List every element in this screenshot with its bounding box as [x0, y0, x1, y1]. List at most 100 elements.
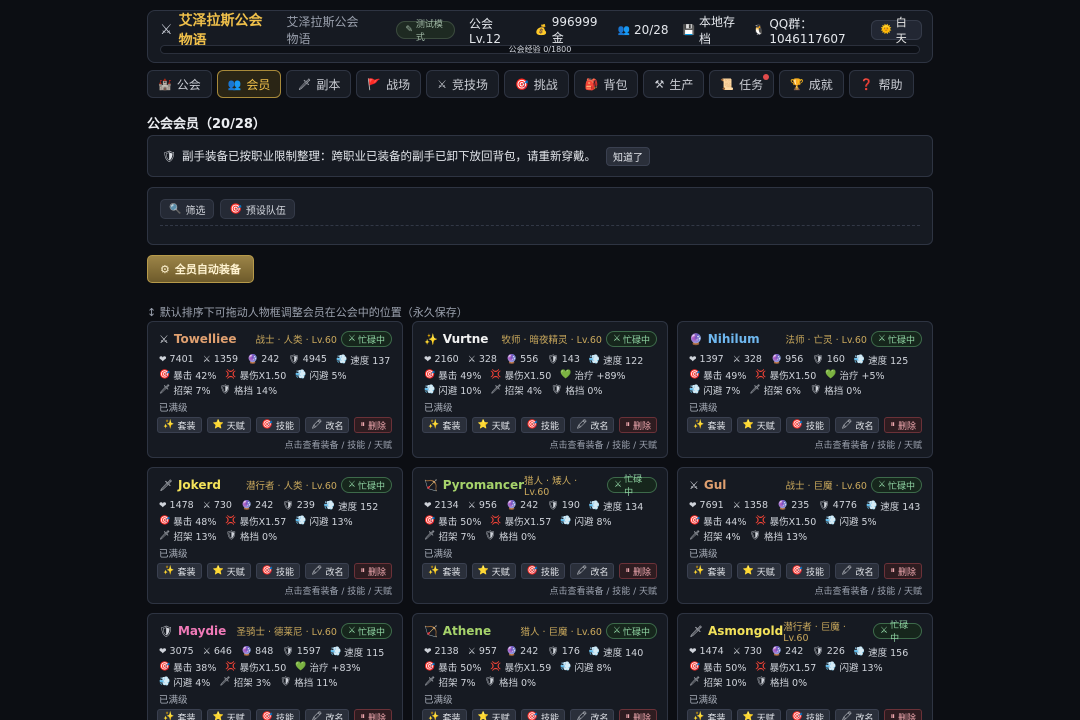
tab-dagger[interactable]: 🗡 副本 [286, 70, 352, 98]
delete-button[interactable]: ⏸ 删除 [884, 563, 922, 579]
test-mode-badge[interactable]: ✎ 测试模式 [396, 20, 456, 43]
stat: 💢 暴伤X1.50 [755, 514, 816, 528]
talent-button[interactable]: ⭐ 天赋 [206, 417, 251, 433]
member-card[interactable]: ⚔ Towelliee 战士 · 人类 · Lv.60 ⚔ 忙碌中 ❤ 7401 ⚔ 1359 🔮… [147, 321, 403, 458]
rename-button[interactable]: 🖍 改名 [570, 417, 615, 433]
talent-button[interactable]: ⭐ 天赋 [471, 709, 516, 720]
stat: ⚔ 1359 [203, 354, 238, 365]
preset-team-button[interactable]: 🎯 预设队伍 [220, 199, 295, 219]
rename-button[interactable]: 🖍 改名 [835, 709, 880, 720]
delete-button[interactable]: ⏸ 删除 [884, 417, 922, 433]
stat: 🎯 暴击 50% [424, 660, 481, 674]
button-label: 套装 [442, 421, 461, 432]
skill-button[interactable]: 🎯 技能 [255, 709, 301, 720]
stat: 🛡 176 [547, 646, 580, 657]
tab-scroll[interactable]: 📜 任务 [709, 70, 775, 98]
skill-button[interactable]: 🎯 技能 [785, 709, 831, 720]
delete-button[interactable]: ⏸ 删除 [884, 709, 922, 720]
set-button[interactable]: ✨ 套装 [157, 563, 202, 579]
member-card[interactable]: 🏹 Athene 猎人 · 巨魔 · Lv.60 ⚔ 忙碌中 ❤ 2138 ⚔ 957 🔮 242 🛡… [412, 613, 668, 720]
set-button[interactable]: ✨ 套装 [687, 563, 732, 579]
member-card[interactable]: 🛡 Maydie 圣骑士 · 德莱尼 · Lv.60 ⚔ 忙碌中 ❤ 3075 ⚔ 646 🔮 84… [147, 613, 403, 720]
talent-button[interactable]: ⭐ 天赋 [206, 709, 251, 720]
stat-line: 🎯 暴击 44% 💢 暴伤X1.50 💨 闪避 5% [689, 513, 924, 528]
skill-button[interactable]: 🎯 技能 [520, 417, 566, 433]
member-card[interactable]: 🔮 Nihilum 法师 · 亡灵 · Lv.60 ⚔ 忙碌中 ❤ 1397 ⚔ 328 🔮 956… [677, 321, 933, 458]
set-button[interactable]: ✨ 套装 [157, 709, 202, 720]
tab-members[interactable]: 👥 会员 [216, 70, 282, 98]
tab-castle[interactable]: 🏰 公会 [147, 70, 212, 98]
talent-button[interactable]: ⭐ 天赋 [471, 417, 516, 433]
skill-button[interactable]: 🎯 技能 [785, 417, 831, 433]
stat-value: 治疗 +89% [574, 370, 626, 382]
set-button[interactable]: ✨ 套装 [422, 417, 467, 433]
rename-button[interactable]: 🖍 改名 [305, 417, 350, 433]
notice-dismiss-button[interactable]: 知道了 [605, 146, 650, 166]
member-class-info: 潜行者 · 巨魔 · Lv.60 [783, 621, 846, 644]
tab-bag[interactable]: 🎒 背包 [573, 70, 639, 98]
member-card[interactable]: 🏹 Pyromancer 猎人 · 矮人 · Lv.60 ⚔ 忙碌中 ❤ 2134 ⚔ 956 🔮… [412, 467, 668, 604]
save-stat[interactable]: 💾 本地存档 [683, 13, 739, 47]
rename-button[interactable]: 🖍 改名 [835, 563, 880, 579]
button-label: 改名 [325, 713, 344, 720]
set-button[interactable]: ✨ 套装 [422, 563, 467, 579]
set-button[interactable]: ✨ 套装 [157, 417, 202, 433]
stat-value: 242 [255, 500, 274, 511]
tab-flag[interactable]: 🚩 战场 [356, 70, 422, 98]
dagger-icon: 🗡 [297, 77, 312, 91]
talent-button[interactable]: ⭐ 天赋 [736, 563, 781, 579]
stat-value: 治疗 +83% [309, 662, 361, 674]
skill-button[interactable]: 🎯 技能 [785, 563, 831, 579]
member-card[interactable]: ✨ Vurtne 牧师 · 暗夜精灵 · Lv.60 ⚔ 忙碌中 ❤ 2160 ⚔ 328 🔮 55… [412, 321, 668, 458]
tab-tools[interactable]: ⚒ 生产 [643, 70, 705, 98]
swords-icon: ⚔ [880, 626, 889, 636]
talent-button[interactable]: ⭐ 天赋 [206, 563, 251, 579]
stat: 💢 暴伤X1.50 [225, 660, 286, 674]
delete-button[interactable]: ⏸ 删除 [354, 709, 392, 720]
rename-button[interactable]: 🖍 改名 [305, 563, 350, 579]
member-card[interactable]: ⚔ Gul 战士 · 巨魔 · Lv.60 ⚔ 忙碌中 ❤ 7691 ⚔ 1358 🔮 235 🛡 47… [677, 467, 933, 604]
set-button[interactable]: ✨ 套装 [422, 709, 467, 720]
rename-button[interactable]: 🖍 改名 [305, 709, 350, 720]
tab-question[interactable]: ❓ 帮助 [848, 70, 914, 98]
stat: 🗡 招架 7% [159, 383, 211, 397]
delete-button[interactable]: ⏸ 删除 [619, 709, 657, 720]
set-button[interactable]: ✨ 套装 [687, 417, 732, 433]
tab-trophy[interactable]: 🏆 成就 [779, 70, 844, 98]
member-card[interactable]: 🗡 Asmongold 潜行者 · 巨魔 · Lv.60 ⚔ 忙碌中 ❤ 1474 ⚔ 730 🔮… [677, 613, 933, 720]
tab-target[interactable]: 🎯 挑战 [504, 70, 569, 98]
target-icon: 🎯 [229, 203, 242, 215]
delete-button[interactable]: ⏸ 删除 [619, 417, 657, 433]
stat-value: 格挡 0% [498, 531, 537, 543]
game-subtitle: 艾泽拉斯公会物语 [286, 15, 359, 46]
anger-icon: 💢 [490, 515, 502, 526]
talent-button[interactable]: ⭐ 天赋 [736, 417, 781, 433]
sparkles-icon: ✨ [428, 420, 440, 430]
skill-button[interactable]: 🎯 技能 [520, 563, 566, 579]
tab-label: 战场 [386, 77, 411, 92]
delete-button[interactable]: ⏸ 删除 [619, 563, 657, 579]
delete-button[interactable]: ⏸ 删除 [354, 417, 392, 433]
skill-button[interactable]: 🎯 技能 [520, 709, 566, 720]
daytime-toggle[interactable]: 🌞 白天 [871, 16, 923, 45]
skill-button[interactable]: 🎯 技能 [255, 417, 301, 433]
member-card[interactable]: 🗡 Jokerd 潜行者 · 人类 · Lv.60 ⚔ 忙碌中 ❤ 1478 ⚔ 730 🔮 242… [147, 467, 403, 604]
talent-button[interactable]: ⭐ 天赋 [736, 709, 781, 720]
crystal-ball-icon: 🔮 [505, 354, 518, 365]
tab-swords[interactable]: ⚔ 竞技场 [426, 70, 500, 98]
talent-button[interactable]: ⭐ 天赋 [471, 563, 516, 579]
auto-equip-all-button[interactable]: ⚙ 全员自动装备 [147, 255, 254, 283]
delete-button[interactable]: ⏸ 删除 [354, 563, 392, 579]
rename-button[interactable]: 🖍 改名 [570, 709, 615, 720]
rename-button[interactable]: 🖍 改名 [835, 417, 880, 433]
shield-icon: 🛡 [755, 676, 768, 687]
scroll-icon: 📜 [720, 77, 735, 91]
button-label: 改名 [590, 421, 609, 432]
set-button[interactable]: ✨ 套装 [687, 709, 732, 720]
skill-button[interactable]: 🎯 技能 [255, 563, 301, 579]
filter-button[interactable]: 🔍 筛选 [160, 199, 215, 219]
stat-value: 160 [826, 354, 845, 365]
stat-value: 242 [520, 646, 539, 657]
stat: 🔮 242 [771, 646, 803, 657]
rename-button[interactable]: 🖍 改名 [570, 563, 615, 579]
